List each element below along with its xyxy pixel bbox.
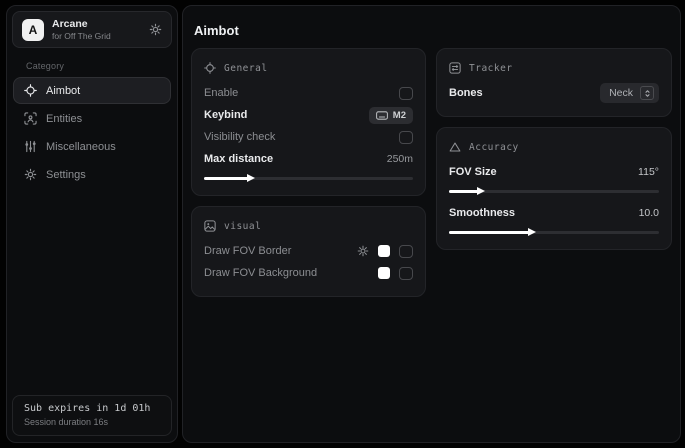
- card-title-visual: visual: [224, 221, 261, 232]
- keybind-row: Keybind M2: [204, 104, 413, 126]
- general-card: General Enable Keybind: [191, 48, 426, 196]
- fov-border-settings-gear-icon[interactable]: [357, 245, 369, 257]
- keybind-value: M2: [393, 110, 406, 121]
- fov-size-value: 115°: [638, 166, 659, 178]
- enable-label: Enable: [204, 87, 238, 99]
- smoothness-row: Smoothness 10.0: [449, 202, 659, 224]
- visibility-check-checkbox[interactable]: [399, 131, 413, 144]
- visibility-check-row: Visibility check: [204, 126, 413, 148]
- category-label: Category: [26, 61, 177, 71]
- draw-fov-border-row: Draw FOV Border: [204, 240, 413, 262]
- keybind-button[interactable]: M2: [369, 107, 413, 124]
- sliders-icon: [24, 140, 37, 153]
- draw-fov-background-row: Draw FOV Background: [204, 262, 413, 284]
- sidebar-item-entities[interactable]: Entities: [13, 105, 171, 132]
- tracker-card: Tracker Bones Neck: [436, 48, 672, 117]
- app-logo: A: [22, 19, 44, 41]
- slider-thumb[interactable]: [528, 228, 536, 236]
- sidebar-item-label: Aimbot: [46, 85, 80, 97]
- unfold-icon: [640, 86, 654, 100]
- slider-thumb[interactable]: [477, 187, 485, 195]
- draw-fov-border-label: Draw FOV Border: [204, 245, 291, 257]
- draw-fov-background-label: Draw FOV Background: [204, 267, 317, 279]
- sidebar-item-miscellaneous[interactable]: Miscellaneous: [13, 133, 171, 160]
- smoothness-value: 10.0: [639, 207, 659, 219]
- sidebar-item-label: Miscellaneous: [46, 141, 116, 153]
- enable-row: Enable: [204, 82, 413, 104]
- app-name: Arcane: [52, 18, 111, 31]
- bones-dropdown[interactable]: Neck: [600, 83, 659, 103]
- card-title-tracker: Tracker: [469, 63, 513, 74]
- enable-checkbox[interactable]: [399, 87, 413, 100]
- gear-icon: [24, 168, 37, 181]
- app-subtitle: for Off The Grid: [52, 31, 111, 42]
- visual-card: visual Draw FOV Border: [191, 206, 426, 297]
- sidebar-item-settings[interactable]: Settings: [13, 161, 171, 188]
- sub-expiry-text: Sub expires in 1d 01h: [24, 403, 160, 414]
- keyboard-icon: [376, 111, 388, 120]
- max-distance-row: Max distance 250m: [204, 148, 413, 170]
- fov-size-slider[interactable]: [449, 187, 659, 196]
- session-duration-text: Session duration 16s: [24, 417, 160, 427]
- sidebar-nav: Aimbot Entities: [7, 77, 177, 188]
- image-icon: [204, 220, 216, 232]
- slider-thumb[interactable]: [247, 174, 255, 182]
- crosshair-icon: [204, 62, 216, 74]
- draw-fov-border-checkbox[interactable]: [399, 245, 413, 258]
- sidebar-item-label: Entities: [46, 113, 82, 125]
- max-distance-slider[interactable]: [204, 174, 413, 183]
- sidebar-item-label: Settings: [46, 169, 86, 181]
- app-window: A Arcane for Off The Grid Category: [0, 0, 685, 448]
- draw-fov-background-checkbox[interactable]: [399, 267, 413, 280]
- settings-gear-icon[interactable]: [149, 23, 162, 36]
- smoothness-label: Smoothness: [449, 207, 515, 219]
- fov-size-label: FOV Size: [449, 166, 497, 178]
- scan-face-icon: [24, 112, 37, 125]
- sidebar: A Arcane for Off The Grid Category: [6, 5, 178, 443]
- fov-size-row: FOV Size 115°: [449, 161, 659, 183]
- crosshair-icon: [24, 84, 37, 97]
- sidebar-item-aimbot[interactable]: Aimbot: [13, 77, 171, 104]
- smoothness-slider[interactable]: [449, 228, 659, 237]
- main-panel: Aimbot General: [182, 5, 681, 443]
- max-distance-value: 250m: [387, 153, 413, 165]
- triangle-icon: [449, 141, 461, 153]
- page-title: Aimbot: [191, 23, 672, 38]
- card-title-general: General: [224, 63, 268, 74]
- fov-border-color-swatch[interactable]: [378, 245, 390, 257]
- accuracy-card: Accuracy FOV Size 115°: [436, 127, 672, 250]
- bones-row: Bones Neck: [449, 82, 659, 104]
- bones-selected-value: Neck: [609, 87, 633, 99]
- bones-label: Bones: [449, 87, 483, 99]
- card-title-accuracy: Accuracy: [469, 142, 519, 153]
- max-distance-label: Max distance: [204, 153, 273, 165]
- tracker-icon: [449, 62, 461, 74]
- logo-card: A Arcane for Off The Grid: [12, 11, 172, 48]
- keybind-label: Keybind: [204, 109, 247, 121]
- visibility-check-label: Visibility check: [204, 131, 275, 143]
- subscription-info: Sub expires in 1d 01h Session duration 1…: [12, 395, 172, 436]
- fov-background-color-swatch[interactable]: [378, 267, 390, 279]
